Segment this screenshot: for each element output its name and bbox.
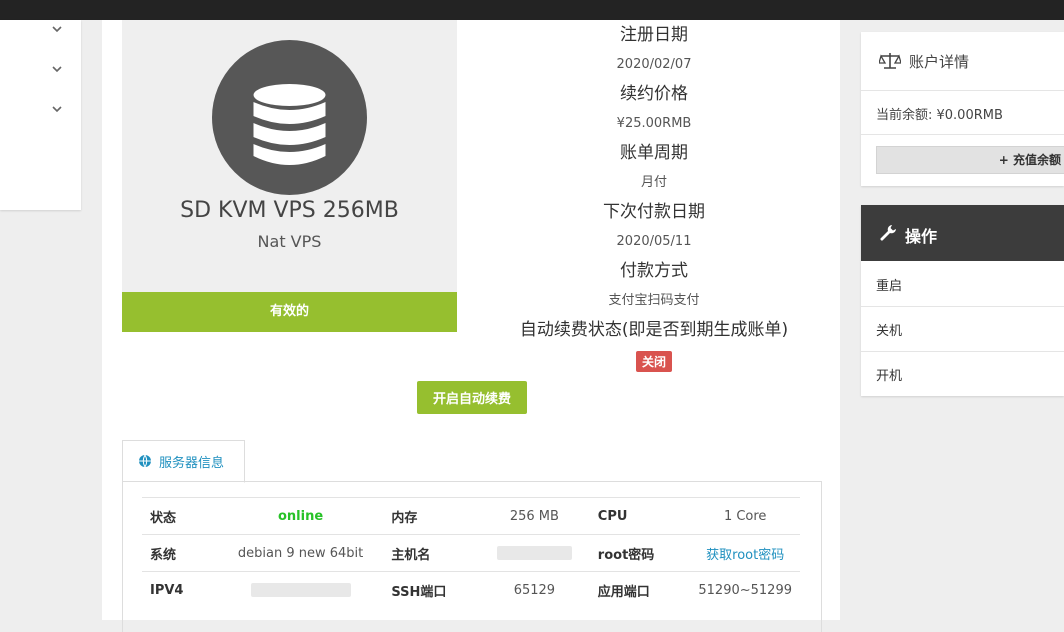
- divider: [861, 90, 1064, 91]
- operations-title: 操作: [905, 227, 938, 246]
- operation-label: 开机: [876, 369, 903, 384]
- detail-label: 注册日期: [620, 25, 688, 45]
- operation-label: 重启: [876, 279, 903, 294]
- operation-start[interactable]: 开机: [861, 351, 1064, 396]
- table-row: 系统 debian 9 new 64bit 主机名 root密码 获取root密…: [142, 534, 800, 572]
- product-name: SD KVM VPS 256MB: [180, 198, 399, 223]
- operation-reboot[interactable]: 重启: [861, 261, 1064, 307]
- chevron-down-icon[interactable]: [50, 22, 64, 36]
- cpu-value: 1 Core: [690, 497, 800, 535]
- detail-label: 下次付款日期: [603, 202, 705, 222]
- detail-value: ¥25.00RMB: [616, 116, 692, 131]
- recharge-balance-button[interactable]: + 充值余额: [876, 146, 1064, 174]
- database-icon: [212, 40, 367, 195]
- sidebar: [0, 20, 81, 210]
- os-value: debian 9 new 64bit: [217, 534, 384, 572]
- detail-label: 账单周期: [620, 143, 688, 163]
- current-balance: 当前余额: ¥0.00RMB: [876, 108, 1003, 123]
- table-row: 状态 online 内存 256 MB CPU 1 Core: [142, 497, 800, 535]
- memory-value: 256 MB: [478, 497, 590, 535]
- account-details-header: 账户详情: [861, 32, 1064, 90]
- operations-panel: 操作 重启 关机 开机: [861, 205, 1064, 396]
- chevron-down-icon[interactable]: [50, 62, 64, 76]
- root-password-label: root密码: [589, 534, 691, 572]
- hostname-label: 主机名: [383, 534, 479, 572]
- table-row: IPV4 SSH端口 65129 应用端口 51290~51299: [142, 571, 800, 608]
- ssh-port-label: SSH端口: [383, 571, 479, 608]
- detail-value: 2020/02/07: [616, 57, 692, 72]
- detail-value: 月付: [640, 175, 667, 190]
- balance-scale-icon: [879, 53, 901, 69]
- top-bar: [0, 0, 1064, 20]
- tab-server-info[interactable]: 服务器信息: [122, 440, 245, 483]
- hostname-value-redacted: [496, 546, 572, 560]
- product-card: SD KVM VPS 256MB Nat VPS 有效的: [122, 20, 457, 332]
- product-group: Nat VPS: [257, 232, 322, 251]
- ssh-port-value: 65129: [478, 571, 590, 608]
- account-details-panel: 账户详情 当前余额: ¥0.00RMB + 充值余额: [861, 32, 1064, 186]
- operation-shutdown[interactable]: 关机: [861, 306, 1064, 352]
- account-details-title: 账户详情: [909, 53, 970, 71]
- ipv4-label: IPV4: [142, 571, 218, 608]
- ipv4-value-redacted: [250, 583, 351, 597]
- operation-label: 关机: [876, 324, 903, 339]
- detail-value: 支付宝扫码支付: [608, 293, 700, 308]
- auto-renew-status-badge: 关闭: [635, 351, 672, 372]
- recharge-label: 充值余额: [1012, 153, 1061, 167]
- tab-label: 服务器信息: [159, 456, 225, 471]
- detail-label: 自动续费状态(即是否到期生成账单): [519, 320, 789, 340]
- status-badge: 有效的: [122, 292, 457, 332]
- plus-icon: +: [998, 153, 1009, 167]
- get-root-password-link[interactable]: 获取root密码: [706, 548, 784, 563]
- product-details: 注册日期 2020/02/07 续约价格 ¥25.00RMB 账单周期 月付 下…: [482, 20, 826, 372]
- status-value: online: [277, 508, 324, 524]
- cpu-label: CPU: [589, 497, 691, 535]
- server-info-table: 状态 online 内存 256 MB CPU 1 Core 系统 debian…: [142, 497, 800, 608]
- memory-label: 内存: [383, 497, 479, 535]
- enable-auto-renew-button[interactable]: 开启自动续费: [417, 381, 527, 414]
- os-label: 系统: [142, 534, 218, 572]
- divider: [861, 134, 1064, 135]
- chevron-down-icon[interactable]: [50, 102, 64, 116]
- globe-icon: [139, 454, 151, 468]
- detail-label: 续约价格: [620, 84, 688, 104]
- detail-value: 2020/05/11: [616, 234, 692, 249]
- status-label: 状态: [142, 497, 218, 535]
- detail-label: 付款方式: [620, 261, 688, 281]
- operations-header: 操作: [861, 205, 1064, 261]
- app-port-label: 应用端口: [589, 571, 691, 608]
- app-port-value: 51290~51299: [690, 571, 800, 608]
- wrench-icon: [880, 225, 896, 241]
